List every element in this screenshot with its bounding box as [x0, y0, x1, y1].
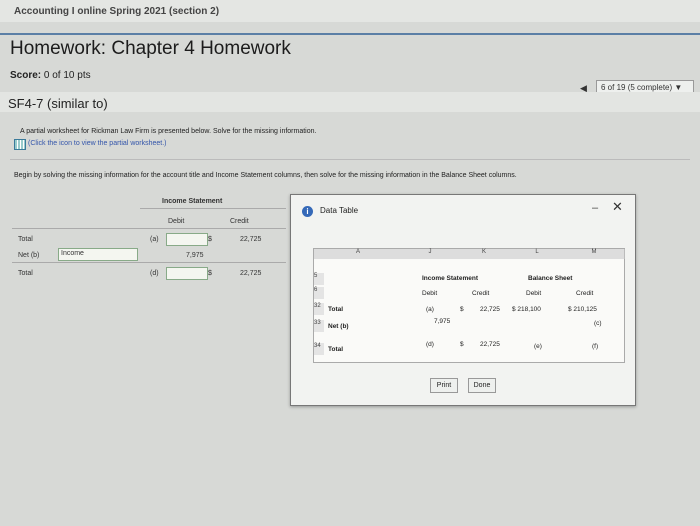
score: Score: 0 of 10 pts [10, 70, 91, 81]
debit-header: Debit [422, 290, 438, 297]
cell-a: (a) [426, 306, 434, 313]
cell-c: (c) [594, 320, 602, 327]
print-button[interactable]: Print [430, 378, 458, 393]
row-number: 34 [314, 343, 324, 355]
ws-dollar: $ [208, 270, 212, 277]
balance-sheet-header: Balance Sheet [528, 275, 573, 282]
chevron-down-icon: ▼ [674, 83, 683, 92]
row-label: Total [328, 346, 344, 353]
answer-input-a[interactable] [166, 233, 208, 246]
instruction-text: Begin by solving the missing information… [14, 172, 517, 179]
account-title-field[interactable]: Income [58, 248, 138, 261]
ws-rule [140, 208, 286, 209]
dialog-title: Data Table [320, 206, 359, 215]
answer-input-d[interactable] [166, 267, 208, 280]
income-statement-header: Income Statement [422, 275, 478, 282]
ws-rule [12, 262, 286, 263]
close-button[interactable]: ✕ [612, 199, 623, 215]
cell-k: 22,725 [480, 306, 500, 313]
row-number: 5 [314, 273, 324, 285]
ws-debit-header: Debit [168, 218, 185, 225]
done-button[interactable]: Done [468, 378, 496, 393]
row-label: Net (b) [328, 323, 349, 330]
info-icon: i [302, 206, 313, 217]
score-value: 0 of 10 pts [43, 70, 91, 81]
debit-header: Debit [526, 290, 542, 297]
credit-header: Credit [576, 290, 594, 297]
ws-credit-value: 22,725 [240, 236, 262, 243]
col-header-k: K [458, 249, 511, 259]
cell-l: $ 218,100 [512, 306, 541, 313]
ws-cell-a: (a) [150, 236, 159, 243]
cell-d: (d) [426, 341, 434, 348]
ws-credit-header: Credit [230, 218, 249, 225]
progress-text: 6 of 19 (5 complete) [601, 83, 673, 92]
answer-worksheet: Income Statement Debit Credit Total (a) … [12, 194, 288, 284]
ws-group-header: Income Statement [162, 198, 223, 205]
score-label: Score: [10, 70, 42, 81]
question-prompt: A partial worksheet for Rickman Law Firm… [20, 128, 317, 135]
cell-f: (f) [592, 343, 599, 350]
cell-k: 22,725 [480, 341, 500, 348]
ws-credit-value: 22,725 [240, 270, 262, 277]
row-label: Total [328, 306, 344, 313]
dollar-sign: $ [460, 341, 464, 348]
credit-header: Credit [472, 290, 490, 297]
row-number: 33 [314, 320, 324, 332]
question-id: SF4-7 (similar to) [8, 96, 108, 111]
ws-cell-d: (d) [150, 270, 159, 277]
ws-row-label: Net (b) [18, 252, 40, 259]
course-title: Accounting I online Spring 2021 (section… [14, 6, 220, 17]
ws-debit-value: 7,975 [186, 252, 204, 259]
col-header-l: L [510, 249, 565, 259]
data-table: A J K L M 5 Income Statement Balance She… [313, 248, 625, 363]
worksheet-link[interactable]: (Click the icon to view the partial work… [28, 140, 167, 147]
cell-m: $ 210,125 [568, 306, 597, 313]
row-number: 32 [314, 303, 324, 315]
ws-rule [12, 228, 286, 229]
cell-j: 7,975 [434, 318, 451, 325]
col-header-m: M [564, 249, 625, 259]
row-number: 6 [314, 287, 324, 299]
ws-row-label: Total [18, 236, 33, 243]
ws-row-label: Total [18, 270, 33, 277]
account-title-value: Income [61, 250, 84, 257]
divider [10, 159, 690, 160]
dollar-sign: $ [460, 306, 464, 313]
ws-dollar: $ [208, 236, 212, 243]
header-rule [0, 33, 700, 35]
minimize-button[interactable]: – [592, 202, 598, 214]
col-header-j: J [402, 249, 459, 259]
cell-e: (e) [534, 343, 542, 350]
col-header-a: A [314, 249, 403, 259]
homework-title: Homework: Chapter 4 Homework [10, 38, 291, 59]
data-table-icon[interactable] [14, 139, 26, 150]
